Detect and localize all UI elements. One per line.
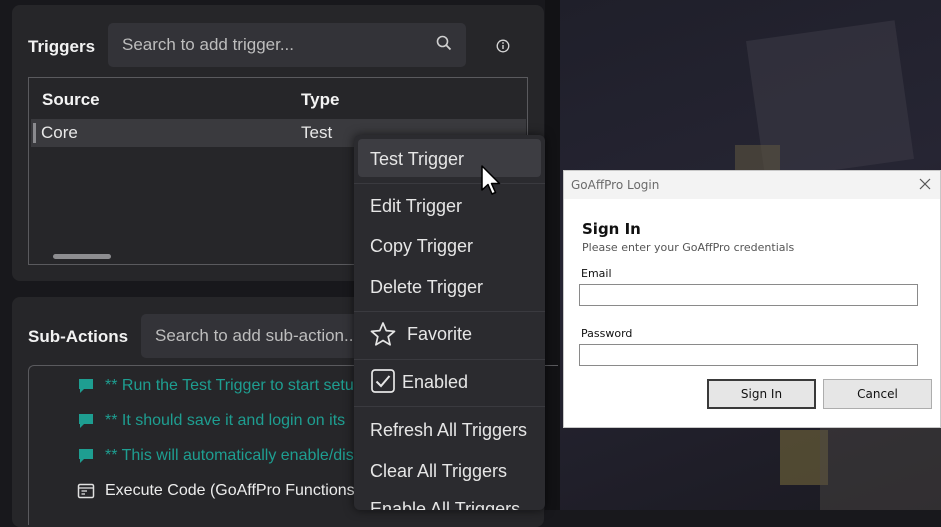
sub-action-search-placeholder: Search to add sub-action... bbox=[155, 326, 359, 345]
menu-item-refresh-all-triggers[interactable]: Refresh All Triggers bbox=[370, 420, 527, 441]
dialog-titlebar[interactable]: GoAffPro Login bbox=[564, 171, 940, 199]
checkbox-checked-icon[interactable] bbox=[370, 368, 396, 394]
close-icon[interactable] bbox=[918, 177, 932, 191]
info-icon[interactable] bbox=[496, 39, 510, 53]
comment-icon bbox=[79, 379, 93, 393]
list-item-text: ** This will automatically enable/dis bbox=[105, 447, 354, 464]
password-label: Password bbox=[581, 327, 633, 340]
menu-item-copy-trigger[interactable]: Copy Trigger bbox=[370, 236, 473, 257]
search-icon[interactable] bbox=[436, 35, 452, 51]
row-selection-marker bbox=[33, 123, 36, 143]
comment-icon bbox=[79, 414, 93, 428]
list-item-text: Execute Code (GoAffPro Functions) bbox=[105, 482, 360, 499]
code-window-icon bbox=[77, 483, 95, 499]
cancel-button[interactable]: Cancel bbox=[823, 379, 932, 409]
menu-item-favorite[interactable]: Favorite bbox=[407, 324, 472, 345]
comment-icon bbox=[79, 449, 93, 463]
menu-separator bbox=[354, 311, 545, 312]
list-item-text: ** It should save it and login on its bbox=[105, 412, 346, 429]
menu-separator bbox=[354, 183, 545, 184]
email-label: Email bbox=[581, 267, 612, 280]
menu-item-enabled[interactable]: Enabled bbox=[402, 372, 468, 393]
sub-action-search-input[interactable]: Search to add sub-action... bbox=[141, 314, 381, 358]
sign-in-heading: Sign In bbox=[582, 220, 641, 238]
email-field[interactable] bbox=[579, 284, 918, 306]
menu-item-edit-trigger[interactable]: Edit Trigger bbox=[370, 196, 462, 217]
menu-separator bbox=[354, 406, 545, 407]
login-dialog: GoAffPro Login Sign In Please enter your… bbox=[563, 170, 941, 428]
menu-item-clear-all-triggers[interactable]: Clear All Triggers bbox=[370, 461, 507, 482]
menu-separator bbox=[354, 359, 545, 360]
menu-item-test-trigger[interactable]: Test Trigger bbox=[370, 149, 464, 170]
list-item[interactable]: ** It should save it and login on its bbox=[77, 412, 345, 430]
list-item[interactable]: Execute Code (GoAffPro Functions) bbox=[77, 482, 360, 500]
sign-in-button[interactable]: Sign In bbox=[707, 379, 816, 409]
background-shape bbox=[820, 420, 941, 510]
cell-source: Core bbox=[41, 123, 78, 142]
triggers-title: Triggers bbox=[28, 37, 96, 56]
trigger-search-input[interactable]: Search to add trigger... bbox=[108, 23, 466, 67]
column-header-type[interactable]: Type bbox=[301, 90, 339, 110]
context-menu: Test Trigger Edit Trigger Copy Trigger D… bbox=[354, 135, 545, 510]
menu-item-enable-all-triggers[interactable]: Enable All Triggers bbox=[370, 499, 520, 510]
list-item[interactable]: ** This will automatically enable/dis bbox=[77, 447, 354, 465]
mouse-cursor-icon bbox=[481, 165, 501, 195]
column-header-source[interactable]: Source bbox=[42, 90, 100, 110]
menu-item-delete-trigger[interactable]: Delete Trigger bbox=[370, 277, 483, 298]
list-item[interactable]: ** Run the Test Trigger to start setu bbox=[77, 377, 354, 395]
list-item-text: ** Run the Test Trigger to start setu bbox=[105, 377, 354, 394]
sub-actions-title: Sub-Actions bbox=[28, 327, 129, 346]
password-field[interactable] bbox=[579, 344, 918, 366]
cell-type: Test bbox=[301, 123, 333, 142]
trigger-search-placeholder: Search to add trigger... bbox=[122, 35, 294, 54]
dialog-title: GoAffPro Login bbox=[571, 178, 660, 192]
sign-in-subtitle: Please enter your GoAffPro credentials bbox=[582, 241, 795, 254]
horizontal-scrollbar[interactable] bbox=[53, 254, 111, 259]
star-icon bbox=[370, 322, 396, 346]
